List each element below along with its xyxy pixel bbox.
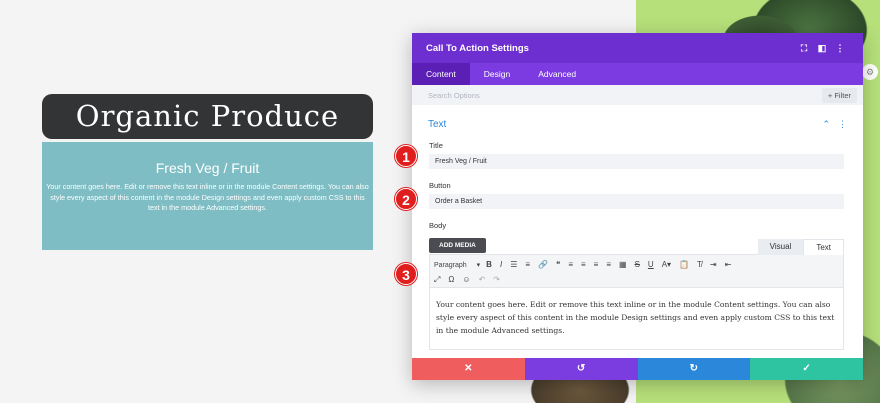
indent-icon[interactable]: ⇥ [710, 260, 717, 269]
bullet-list-icon[interactable]: ☰ [510, 260, 517, 269]
paragraph-select-label: Paragraph [434, 261, 467, 269]
italic-icon[interactable]: I [500, 260, 502, 269]
save-button[interactable]: ✓ [750, 358, 863, 380]
align-right-icon[interactable]: ≡ [594, 260, 599, 269]
step-marker-3: 3 [395, 263, 417, 285]
text-color-icon[interactable]: A▾ [662, 260, 671, 269]
tab-content[interactable]: Content [412, 63, 470, 85]
align-center-icon[interactable]: ≡ [581, 260, 586, 269]
redo-icon[interactable]: ↷ [493, 275, 500, 284]
call-to-action-settings-modal: Call To Action Settings ⛶ ◧ ⋮ Content De… [412, 33, 863, 380]
paragraph-select[interactable]: Paragraph ▾ [434, 261, 480, 269]
emoji-icon[interactable]: ☺ [462, 275, 470, 284]
search-options-input[interactable]: Search Options [428, 91, 822, 100]
filter-button[interactable]: + Filter [821, 87, 857, 103]
button-field[interactable]: Order a Basket [429, 194, 844, 209]
tab-design[interactable]: Design [470, 63, 524, 85]
paste-icon[interactable]: 📋 [679, 260, 689, 269]
more-options-icon[interactable]: ⋮ [831, 43, 849, 54]
modal-header: Call To Action Settings ⛶ ◧ ⋮ [412, 33, 863, 63]
split-view-icon[interactable]: ◧ [813, 43, 831, 54]
align-left-icon[interactable]: ≡ [568, 260, 573, 269]
search-options-bar: Search Options + Filter [412, 85, 863, 105]
table-icon[interactable]: ▦ [619, 260, 627, 269]
numbered-list-icon[interactable]: ≡ [525, 260, 530, 269]
strikethrough-icon[interactable]: S [635, 260, 640, 269]
undo-button[interactable]: ↺ [524, 358, 638, 380]
tab-visual[interactable]: Visual [757, 239, 804, 255]
title-field[interactable]: Fresh Veg / Fruit [429, 154, 844, 169]
section-title: Text [428, 118, 447, 130]
cta-preview-heading: Fresh Veg / Fruit [155, 160, 260, 176]
bold-icon[interactable]: B [486, 260, 492, 269]
fullscreen-icon[interactable]: ⤢ [434, 275, 440, 285]
settings-toggle-icon[interactable]: ⚙ [862, 64, 878, 80]
blockquote-icon[interactable]: ❝ [556, 260, 560, 269]
underline-icon[interactable]: U [648, 260, 654, 269]
editor-mode-tabs: Visual Text [757, 239, 844, 255]
chevron-up-icon[interactable]: ⌃ [822, 119, 830, 130]
undo-icon[interactable]: ↶ [479, 275, 486, 284]
link-icon[interactable]: 🔗 [538, 260, 548, 269]
step-marker-1: 1 [395, 145, 417, 167]
cta-preview: Fresh Veg / Fruit Your content goes here… [42, 142, 373, 250]
modal-tabs: Content Design Advanced [412, 63, 863, 85]
title-field-label: Title [429, 141, 443, 150]
step-marker-2: 2 [395, 188, 417, 210]
special-character-icon[interactable]: Ω [448, 275, 454, 284]
editor-toolbar: Paragraph ▾ B I ☰ ≡ 🔗 ❝ ≡ ≡ ≡ ≡ ▦ S U A▾… [429, 254, 844, 288]
body-editor[interactable]: Your content goes here. Edit or remove t… [429, 288, 844, 350]
align-justify-icon[interactable]: ≡ [606, 260, 611, 269]
add-media-button[interactable]: ADD MEDIA [429, 238, 486, 253]
section-more-icon[interactable]: ⋮ [838, 119, 847, 130]
text-section-header[interactable]: Text ⌃ ⋮ [412, 105, 863, 133]
redo-button[interactable]: ↻ [637, 358, 751, 380]
button-field-label: Button [429, 181, 451, 190]
preview-title: Organic Produce [42, 94, 373, 139]
clear-format-icon[interactable]: T̸ [697, 260, 702, 269]
tab-advanced[interactable]: Advanced [524, 63, 590, 85]
body-field-label: Body [429, 221, 447, 230]
cancel-button[interactable]: ✕ [412, 358, 525, 380]
cta-preview-body: Your content goes here. Edit or remove t… [46, 182, 369, 212]
tab-text[interactable]: Text [803, 239, 844, 255]
screenshot-icon[interactable]: ⛶ [795, 43, 813, 54]
modal-footer: ✕ ↺ ↻ ✓ [412, 358, 863, 380]
outdent-icon[interactable]: ⇤ [725, 260, 732, 269]
modal-title: Call To Action Settings [426, 42, 529, 54]
